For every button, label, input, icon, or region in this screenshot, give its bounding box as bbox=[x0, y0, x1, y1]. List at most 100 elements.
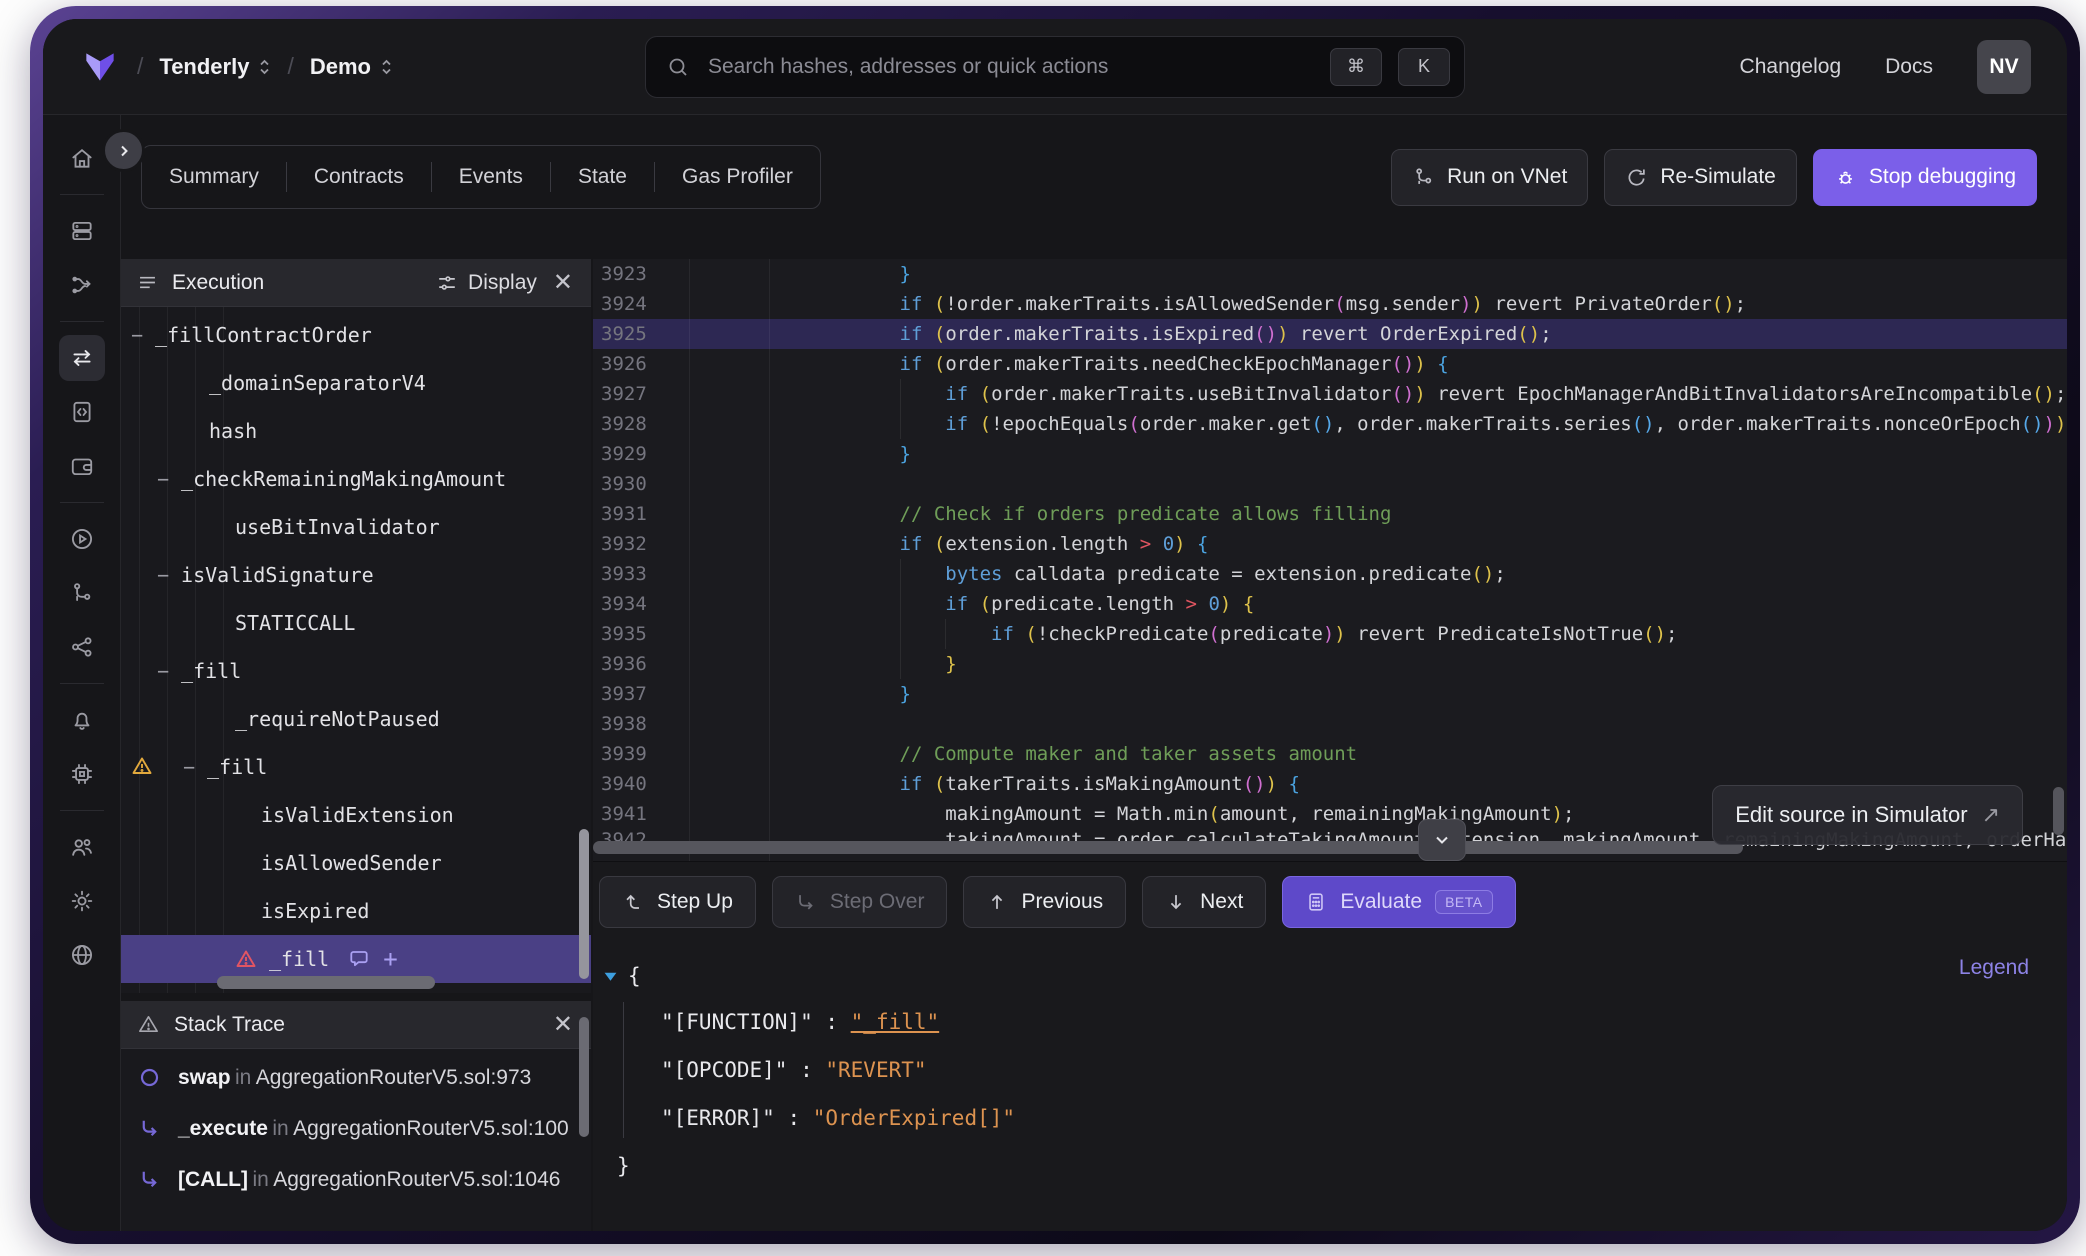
sidebar-item-alerts[interactable] bbox=[59, 697, 105, 743]
evaluate-button[interactable]: Evaluate BETA bbox=[1282, 876, 1515, 928]
code-line-3933[interactable]: 3933 bytes calldata predicate = extensio… bbox=[593, 559, 2067, 589]
menu-icon[interactable] bbox=[137, 272, 158, 293]
line-number[interactable]: 3925 bbox=[593, 323, 688, 345]
add-comment-icon[interactable]: + bbox=[383, 947, 397, 971]
execution-row-STATICCALL[interactable]: STATICCALL bbox=[121, 599, 591, 647]
sidebar-item-simulator[interactable] bbox=[59, 516, 105, 562]
code-line-3930[interactable]: 3930 bbox=[593, 469, 2067, 499]
collapse-expander[interactable]: − bbox=[131, 323, 143, 347]
step-up-button[interactable]: Step Up bbox=[599, 876, 756, 928]
execution-row-_requireNotPaused[interactable]: _requireNotPaused bbox=[121, 695, 591, 743]
code-line-3934[interactable]: 3934 if (predicate.length > 0) { bbox=[593, 589, 2067, 619]
line-number[interactable]: 3927 bbox=[593, 383, 688, 405]
execution-row-_fill[interactable]: −_fill bbox=[121, 743, 591, 791]
code-line-3927[interactable]: 3927 if (order.makerTraits.useBitInvalid… bbox=[593, 379, 2067, 409]
sidebar-item-settings[interactable] bbox=[59, 878, 105, 924]
stack-frame-_execute[interactable]: _execute in AggregationRouterV5.sol:100 bbox=[137, 1116, 581, 1141]
code-line-3935[interactable]: 3935 if (!checkPredicate(predicate)) rev… bbox=[593, 619, 2067, 649]
edit-source-button[interactable]: Edit source in Simulator ↗ bbox=[1712, 785, 2023, 845]
sidebar-expand-button[interactable] bbox=[102, 129, 145, 172]
code-line-3923[interactable]: 3923 } bbox=[593, 259, 2067, 289]
run-on-vnet-button[interactable]: Run on VNet bbox=[1391, 149, 1588, 206]
code-line-3937[interactable]: 3937 } bbox=[593, 679, 2067, 709]
code-line-3931[interactable]: 3931 // Check if orders predicate allows… bbox=[593, 499, 2067, 529]
code-line-3932[interactable]: 3932 if (extension.length > 0) { bbox=[593, 529, 2067, 559]
tab-events[interactable]: Events bbox=[432, 146, 550, 208]
breadcrumb-project-dropdown[interactable]: Demo bbox=[310, 54, 393, 80]
execution-row-isExpired[interactable]: isExpired bbox=[121, 887, 591, 935]
line-number[interactable]: 3936 bbox=[593, 653, 688, 675]
execution-row-_domainSeparatorV4[interactable]: _domainSeparatorV4 bbox=[121, 359, 591, 407]
line-number[interactable]: 3941 bbox=[593, 803, 688, 825]
code-line-3925[interactable]: 3925 if (order.makerTraits.isExpired()) … bbox=[593, 319, 2067, 349]
display-settings-button[interactable]: Display bbox=[436, 271, 537, 295]
execution-row-isValidSignature[interactable]: −isValidSignature bbox=[121, 551, 591, 599]
next-button[interactable]: Next bbox=[1142, 876, 1266, 928]
line-number[interactable]: 3935 bbox=[593, 623, 688, 645]
stack-vscrollbar[interactable] bbox=[579, 1017, 589, 1137]
changelog-link[interactable]: Changelog bbox=[1740, 55, 1842, 79]
sidebar-item-transactions[interactable] bbox=[59, 335, 105, 381]
execution-close-icon[interactable]: ✕ bbox=[551, 268, 575, 297]
sidebar-item-collaborators[interactable] bbox=[59, 824, 105, 870]
execution-row-useBitInvalidator[interactable]: useBitInvalidator bbox=[121, 503, 591, 551]
sidebar-item-web3-gateway[interactable] bbox=[59, 932, 105, 978]
tab-state[interactable]: State bbox=[551, 146, 654, 208]
stack-frame-CALL[interactable]: [CALL] in AggregationRouterV5.sol:1046 bbox=[137, 1167, 581, 1192]
docs-link[interactable]: Docs bbox=[1885, 55, 1933, 79]
execution-row-_fillContractOrder[interactable]: −_fillContractOrder bbox=[121, 311, 591, 359]
line-number[interactable]: 3933 bbox=[593, 563, 688, 585]
execution-row-hash[interactable]: hash bbox=[121, 407, 591, 455]
step-over-button[interactable]: Step Over bbox=[772, 876, 948, 928]
collapse-expander[interactable]: − bbox=[157, 467, 169, 491]
comment-icon[interactable] bbox=[347, 947, 371, 971]
resimulate-button[interactable]: Re-Simulate bbox=[1604, 149, 1797, 206]
sidebar-item-devnets[interactable] bbox=[59, 751, 105, 797]
code-vscrollbar[interactable] bbox=[2053, 787, 2064, 835]
line-number[interactable]: 3932 bbox=[593, 533, 688, 555]
sidebar-item-wallets[interactable] bbox=[59, 443, 105, 489]
execution-row-_fill[interactable]: −_fill bbox=[121, 647, 591, 695]
execution-row-isValidExtension[interactable]: isValidExtension bbox=[121, 791, 591, 839]
collapse-expander[interactable]: − bbox=[157, 563, 169, 587]
tenderly-logo-icon[interactable] bbox=[79, 46, 121, 88]
sidebar-item-servers[interactable] bbox=[59, 208, 105, 254]
execution-row-isAllowedSender[interactable]: isAllowedSender bbox=[121, 839, 591, 887]
tab-summary[interactable]: Summary bbox=[142, 146, 286, 208]
code-line-3929[interactable]: 3929 } bbox=[593, 439, 2067, 469]
sidebar-item-home[interactable] bbox=[59, 135, 105, 181]
stack-frame-swap[interactable]: swap in AggregationRouterV5.sol:973 bbox=[137, 1065, 581, 1090]
stop-debugging-button[interactable]: Stop debugging bbox=[1813, 149, 2037, 206]
scroll-down-button[interactable] bbox=[1418, 819, 1466, 861]
json-value[interactable]: "_fill" bbox=[851, 1010, 940, 1034]
line-number[interactable]: 3929 bbox=[593, 443, 688, 465]
code-line-3939[interactable]: 3939 // Compute maker and taker assets a… bbox=[593, 739, 2067, 769]
global-search[interactable]: ⌘ K bbox=[645, 36, 1465, 98]
line-number[interactable]: 3939 bbox=[593, 743, 688, 765]
sidebar-item-forks[interactable] bbox=[59, 262, 105, 308]
line-number[interactable]: 3926 bbox=[593, 353, 688, 375]
user-avatar[interactable]: NV bbox=[1977, 40, 2031, 94]
execution-row-_checkRemainingMakingAmount[interactable]: −_checkRemainingMakingAmount bbox=[121, 455, 591, 503]
line-number[interactable]: 3930 bbox=[593, 473, 688, 495]
code-line-3924[interactable]: 3924 if (!order.makerTraits.isAllowedSen… bbox=[593, 289, 2067, 319]
tab-gas-profiler[interactable]: Gas Profiler bbox=[655, 146, 820, 208]
line-number[interactable]: 3928 bbox=[593, 413, 688, 435]
search-input[interactable] bbox=[706, 54, 1314, 80]
code-line-3936[interactable]: 3936 } bbox=[593, 649, 2067, 679]
code-line-3928[interactable]: 3928 if (!epochEquals(order.maker.get(),… bbox=[593, 409, 2067, 439]
code-line-3938[interactable]: 3938 bbox=[593, 709, 2067, 739]
sidebar-item-vnets[interactable] bbox=[59, 570, 105, 616]
code-hscrollbar[interactable] bbox=[593, 841, 1743, 854]
previous-button[interactable]: Previous bbox=[963, 876, 1126, 928]
execution-hscrollbar[interactable] bbox=[217, 976, 435, 989]
code-line-3926[interactable]: 3926 if (order.makerTraits.needCheckEpoc… bbox=[593, 349, 2067, 379]
expander-triangle-icon[interactable] bbox=[603, 969, 618, 984]
collapse-expander[interactable]: − bbox=[157, 659, 169, 683]
line-number[interactable]: 3934 bbox=[593, 593, 688, 615]
line-number[interactable]: 3940 bbox=[593, 773, 688, 795]
legend-link[interactable]: Legend bbox=[1959, 956, 2029, 980]
sidebar-item-contracts[interactable] bbox=[59, 389, 105, 435]
line-number[interactable]: 3937 bbox=[593, 683, 688, 705]
line-number[interactable]: 3924 bbox=[593, 293, 688, 315]
